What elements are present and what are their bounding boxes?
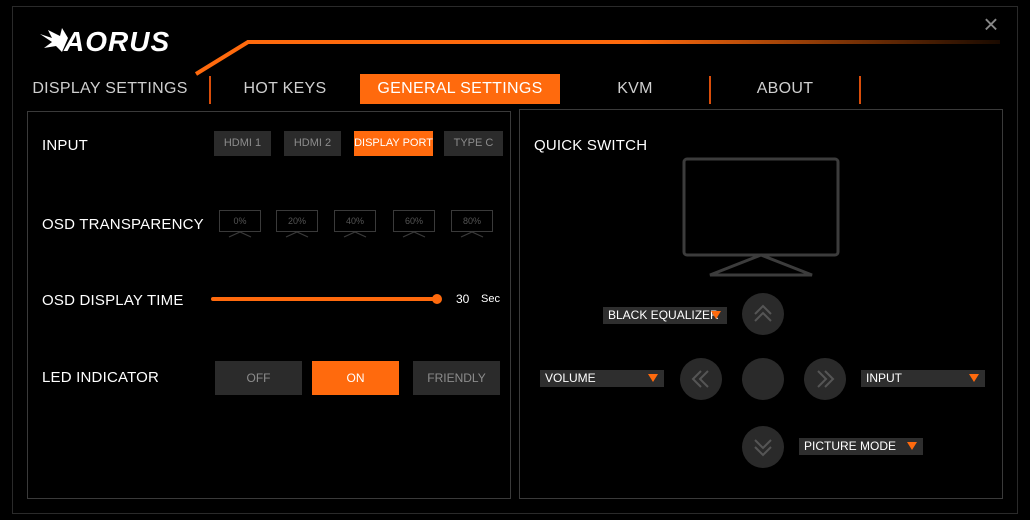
osd-transparency-label: OSD TRANSPARENCY (42, 216, 204, 233)
chevron-down-icon (969, 374, 979, 382)
aorus-app-window: AORUS × DISPLAY SETTINGS HOT KEYS GENERA… (0, 0, 1030, 520)
monitor-stand-icon (460, 232, 484, 238)
tab-separator (709, 76, 711, 104)
quick-switch-left-button[interactable] (680, 358, 722, 400)
tab-general-settings[interactable]: GENERAL SETTINGS (360, 74, 560, 104)
dropdown-value: BLACK EQUALIZER (608, 308, 719, 322)
transparency-40-option[interactable]: 40% (334, 210, 380, 244)
chevron-down-icon (907, 442, 917, 450)
transparency-value: 80% (451, 210, 493, 232)
chevron-down-icon (711, 311, 721, 319)
main-tabs: DISPLAY SETTINGS HOT KEYS GENERAL SETTIN… (30, 74, 880, 106)
quick-switch-down-dropdown[interactable]: PICTURE MODE (799, 438, 923, 455)
transparency-value: 0% (219, 210, 261, 232)
monitor-stand-icon (228, 232, 252, 238)
osd-display-time-value: 30 (456, 292, 470, 306)
input-typec-button[interactable]: TYPE C (444, 131, 503, 156)
tab-separator (859, 76, 861, 104)
tab-kvm[interactable]: KVM (570, 74, 700, 104)
quick-switch-up-dropdown[interactable]: BLACK EQUALIZER (603, 307, 727, 324)
input-hdmi2-button[interactable]: HDMI 2 (284, 131, 341, 156)
double-chevron-down-icon (754, 439, 772, 457)
led-on-button[interactable]: ON (312, 361, 399, 395)
transparency-value: 40% (334, 210, 376, 232)
double-chevron-up-icon (754, 304, 772, 322)
monitor-stand-icon (285, 232, 309, 238)
tab-separator (209, 76, 211, 104)
led-friendly-button[interactable]: FRIENDLY (413, 361, 500, 395)
transparency-60-option[interactable]: 60% (393, 210, 439, 244)
transparency-value: 20% (276, 210, 318, 232)
monitor-stand-icon (402, 232, 426, 238)
input-label: INPUT (42, 137, 88, 154)
dropdown-value: INPUT (866, 371, 902, 385)
led-off-button[interactable]: OFF (215, 361, 302, 395)
osd-display-time-label: OSD DISPLAY TIME (42, 292, 184, 309)
chevron-down-icon (648, 374, 658, 382)
quick-switch-up-button[interactable] (742, 293, 784, 335)
tab-about[interactable]: ABOUT (720, 74, 850, 104)
dropdown-value: VOLUME (545, 371, 596, 385)
tab-hot-keys[interactable]: HOT KEYS (220, 74, 350, 104)
transparency-value: 60% (393, 210, 435, 232)
quick-switch-center-button[interactable] (742, 358, 784, 400)
input-displayport-button[interactable]: DISPLAY PORT (354, 131, 433, 156)
tab-display-settings[interactable]: DISPLAY SETTINGS (30, 74, 190, 104)
transparency-80-option[interactable]: 80% (451, 210, 497, 244)
transparency-20-option[interactable]: 20% (276, 210, 322, 244)
osd-display-time-unit: Sec (481, 293, 500, 305)
quick-switch-right-dropdown[interactable]: INPUT (861, 370, 985, 387)
quick-switch-down-button[interactable] (742, 426, 784, 468)
double-chevron-right-icon (817, 370, 835, 388)
transparency-0-option[interactable]: 0% (219, 210, 265, 244)
led-indicator-label: LED INDICATOR (42, 369, 160, 386)
osd-display-time-slider-thumb[interactable] (432, 294, 442, 304)
monitor-stand-icon (343, 232, 367, 238)
quick-switch-right-button[interactable] (804, 358, 846, 400)
input-hdmi1-button[interactable]: HDMI 1 (214, 131, 271, 156)
double-chevron-left-icon (691, 370, 709, 388)
close-icon[interactable]: × (979, 11, 1003, 37)
osd-display-time-slider-track[interactable] (211, 297, 438, 301)
quick-switch-left-dropdown[interactable]: VOLUME (540, 370, 664, 387)
dropdown-value: PICTURE MODE (804, 439, 897, 453)
quick-switch-title: QUICK SWITCH (534, 137, 648, 154)
monitor-icon (682, 157, 840, 277)
brand-wordmark: AORUS (64, 26, 171, 57)
